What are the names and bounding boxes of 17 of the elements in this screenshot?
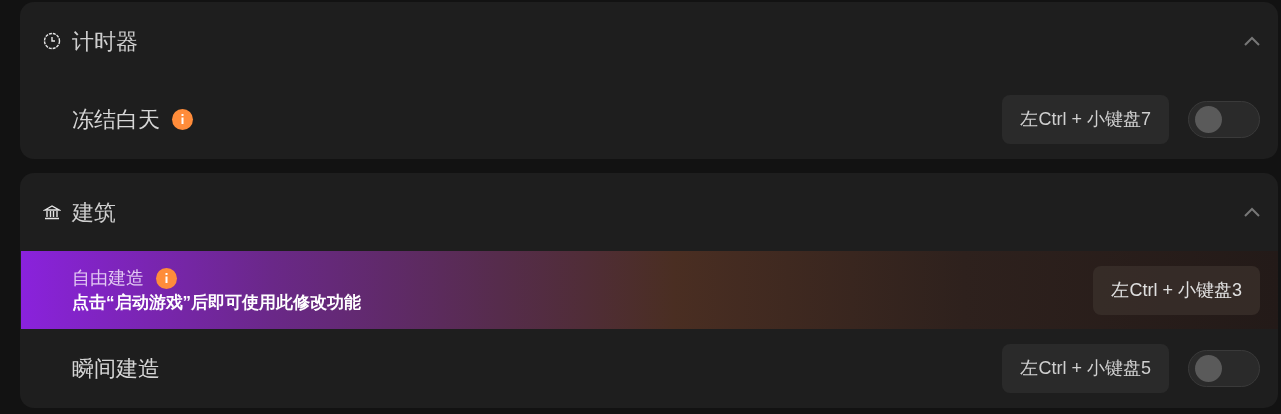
toggle-switch[interactable] [1188, 349, 1260, 387]
clock-icon [43, 32, 61, 50]
info-icon[interactable] [172, 108, 193, 130]
collapse-icon[interactable] [1244, 36, 1260, 46]
hotkey-button[interactable]: 左Ctrl + 小键盘5 [1002, 343, 1169, 393]
hotkey-button[interactable]: 左Ctrl + 小键盘7 [1002, 94, 1169, 144]
toggle-switch[interactable] [1188, 100, 1260, 138]
option-label: 瞬间建造 [72, 354, 160, 383]
section-title: 建筑 [72, 198, 116, 227]
info-icon[interactable] [156, 267, 177, 289]
hotkey-button[interactable]: 左Ctrl + 小键盘3 [1093, 265, 1260, 315]
collapse-icon[interactable] [1244, 207, 1260, 217]
section-title: 计时器 [72, 27, 138, 56]
building-icon [43, 203, 61, 221]
option-label: 自由建造 [72, 267, 144, 290]
option-label: 冻结白天 [72, 105, 160, 134]
notice-text: 点击“启动游戏”后即可使用此修改功能 [72, 292, 361, 314]
